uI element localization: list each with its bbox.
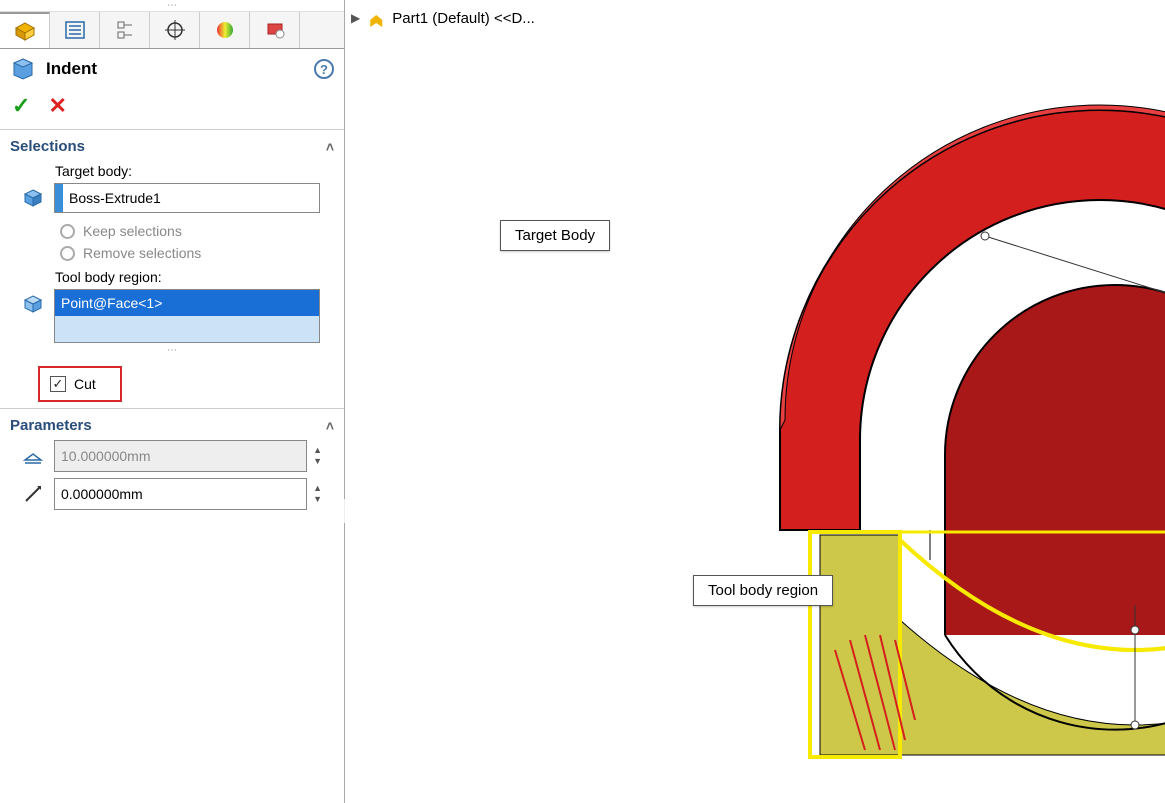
remove-selections-radio: Remove selections: [60, 245, 334, 261]
part-icon: [366, 8, 386, 28]
target-body-value: Boss-Extrude1: [63, 184, 319, 212]
tool-body-region-empty[interactable]: [55, 316, 319, 342]
offset-increment[interactable]: ▲: [311, 445, 324, 456]
breadcrumb[interactable]: ▶ Part1 (Default) <<D...: [351, 8, 535, 28]
tab-property-manager[interactable]: [50, 12, 100, 48]
model-render: [705, 60, 1165, 800]
cube-icon: [14, 21, 36, 41]
clearance-decrement[interactable]: ▼: [311, 494, 324, 505]
clearance-increment[interactable]: ▲: [311, 483, 324, 494]
selections-header[interactable]: Selections ˄: [10, 138, 334, 155]
parameters-title: Parameters: [10, 417, 92, 434]
feature-actions: ✓ ✕: [0, 89, 344, 130]
tool-body-label: Tool body region:: [55, 269, 334, 285]
callout-tool-body: Tool body region: [693, 575, 833, 606]
selections-title: Selections: [10, 138, 85, 155]
selections-section: Selections ˄ Target body: Boss-Extrude1: [0, 130, 344, 408]
tab-dimxpert[interactable]: [150, 12, 200, 48]
target-icon: [165, 20, 185, 40]
cancel-button[interactable]: ✕: [48, 93, 66, 119]
offset-decrement[interactable]: ▼: [311, 456, 324, 467]
list-resize-handle[interactable]: ⋯: [10, 345, 334, 356]
breadcrumb-part[interactable]: Part1 (Default) <<D...: [392, 10, 535, 27]
target-body-label: Target body:: [55, 163, 334, 179]
help-icon[interactable]: ?: [314, 59, 334, 79]
callout-target-body: Target Body: [500, 220, 610, 251]
panel-tabs: [0, 12, 344, 49]
breadcrumb-expand-icon[interactable]: ▶: [351, 11, 360, 25]
target-body-icon: [20, 183, 46, 209]
config-icon: [115, 20, 135, 40]
tool-body-icon: [20, 289, 46, 315]
tool-body-region-item[interactable]: Point@Face<1>: [55, 290, 319, 316]
offset-input: [54, 440, 307, 472]
cut-checkbox-row[interactable]: ✓ Cut: [38, 366, 122, 402]
feature-title: Indent: [46, 59, 304, 79]
offset-icon: [20, 446, 46, 466]
cut-label: Cut: [74, 376, 96, 392]
graphics-viewport[interactable]: ▶ Part1 (Default) <<D...: [345, 0, 1165, 803]
ok-button[interactable]: ✓: [12, 93, 30, 119]
clearance-input[interactable]: [54, 478, 307, 510]
target-body-input[interactable]: Boss-Extrude1: [54, 183, 320, 213]
display-icon: [265, 20, 285, 40]
tab-feature-tree[interactable]: [0, 12, 50, 48]
list-icon: [65, 21, 85, 39]
panel-drag-handle[interactable]: ⋯: [0, 0, 344, 12]
tab-display[interactable]: [250, 12, 300, 48]
indent-icon: [10, 57, 36, 81]
chevron-up-icon: ˄: [326, 418, 334, 434]
feature-header: Indent ?: [0, 49, 344, 89]
palette-icon: [215, 20, 235, 40]
tab-appearance[interactable]: [200, 12, 250, 48]
property-panel: ⋯ Inden: [0, 0, 345, 803]
parameters-section: Parameters ˄ ▲ ▼: [0, 408, 344, 522]
tool-body-region-list[interactable]: Point@Face<1>: [54, 289, 320, 343]
cut-checkbox[interactable]: ✓: [50, 376, 66, 392]
keep-selections-radio: Keep selections: [60, 223, 334, 239]
parameters-header[interactable]: Parameters ˄: [10, 417, 334, 434]
chevron-up-icon: ˄: [326, 139, 334, 155]
tab-configuration[interactable]: [100, 12, 150, 48]
clearance-icon: [20, 484, 46, 504]
